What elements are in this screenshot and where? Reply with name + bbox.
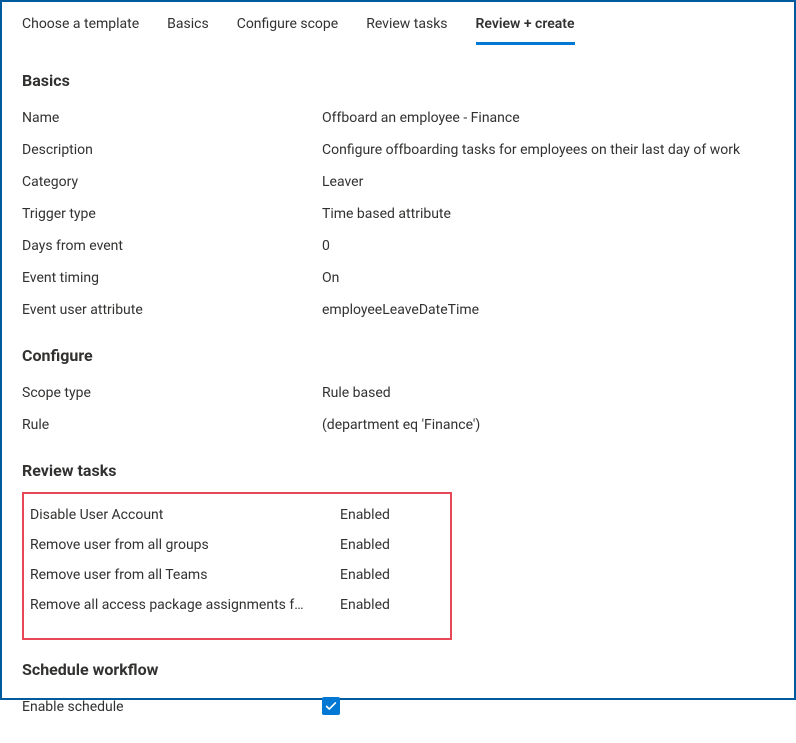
- wizard-tabs: Choose a template Basics Configure scope…: [2, 2, 794, 45]
- task-status: Enabled: [340, 505, 390, 525]
- label-trigger-type: Trigger type: [22, 204, 322, 224]
- task-status: Enabled: [340, 565, 390, 585]
- field-event-timing: Event timing On: [22, 262, 774, 294]
- task-row: Remove user from all Teams Enabled: [30, 560, 442, 590]
- task-row: Disable User Account Enabled: [30, 500, 442, 530]
- field-days-from-event: Days from event 0: [22, 230, 774, 262]
- task-row: Remove all access package assignments f……: [30, 590, 442, 620]
- review-create-content: Basics Name Offboard an employee - Finan…: [2, 45, 794, 743]
- task-status: Enabled: [340, 535, 390, 555]
- value-event-user-attribute: employeeLeaveDateTime: [322, 300, 479, 320]
- field-description: Description Configure offboarding tasks …: [22, 134, 774, 166]
- label-event-user-attribute: Event user attribute: [22, 300, 322, 320]
- tab-review-tasks[interactable]: Review tasks: [366, 16, 447, 45]
- section-heading-configure: Configure: [22, 346, 774, 365]
- value-description: Configure offboarding tasks for employee…: [322, 140, 740, 160]
- tab-configure-scope[interactable]: Configure scope: [237, 16, 339, 45]
- field-name: Name Offboard an employee - Finance: [22, 102, 774, 134]
- label-enable-schedule: Enable schedule: [22, 699, 322, 715]
- checkmark-icon: [324, 699, 338, 713]
- field-enable-schedule: Enable schedule: [22, 691, 774, 723]
- tab-choose-template[interactable]: Choose a template: [22, 16, 139, 45]
- label-description: Description: [22, 140, 322, 160]
- value-trigger-type: Time based attribute: [322, 204, 451, 224]
- task-label: Disable User Account: [30, 505, 340, 525]
- section-heading-schedule: Schedule workflow: [22, 660, 774, 679]
- value-days-from-event: 0: [322, 236, 330, 256]
- value-rule: (department eq 'Finance'): [322, 415, 480, 435]
- section-heading-review-tasks: Review tasks: [22, 461, 774, 480]
- field-event-user-attribute: Event user attribute employeeLeaveDateTi…: [22, 294, 774, 326]
- field-scope-type: Scope type Rule based: [22, 377, 774, 409]
- task-label: Remove user from all Teams: [30, 565, 340, 585]
- label-event-timing: Event timing: [22, 268, 322, 288]
- value-event-timing: On: [322, 268, 339, 288]
- field-rule: Rule (department eq 'Finance'): [22, 409, 774, 441]
- label-days-from-event: Days from event: [22, 236, 322, 256]
- value-category: Leaver: [322, 172, 363, 192]
- tab-basics[interactable]: Basics: [167, 16, 209, 45]
- section-heading-basics: Basics: [22, 71, 774, 90]
- field-trigger-type: Trigger type Time based attribute: [22, 198, 774, 230]
- review-tasks-highlight: Disable User Account Enabled Remove user…: [22, 492, 452, 640]
- field-category: Category Leaver: [22, 166, 774, 198]
- label-rule: Rule: [22, 415, 322, 435]
- task-status: Enabled: [340, 595, 390, 615]
- task-label: Remove all access package assignments f…: [30, 595, 340, 615]
- value-scope-type: Rule based: [322, 383, 391, 403]
- label-category: Category: [22, 172, 322, 192]
- value-name: Offboard an employee - Finance: [322, 108, 520, 128]
- task-label: Remove user from all groups: [30, 535, 340, 555]
- tab-review-create[interactable]: Review + create: [476, 16, 575, 45]
- task-row: Remove user from all groups Enabled: [30, 530, 442, 560]
- label-scope-type: Scope type: [22, 383, 322, 403]
- label-name: Name: [22, 108, 322, 128]
